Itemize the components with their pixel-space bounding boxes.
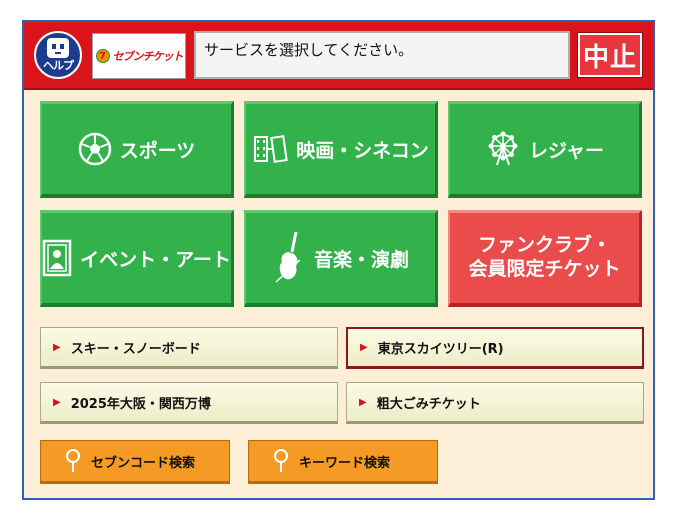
category-label: スポーツ: [119, 139, 196, 162]
kiosk-screen: ヘルプ 7 セブンチケット サービスを選択してください。 中止 スポーツ 映画・…: [22, 20, 655, 500]
sub-button-label: 2025年大阪・関西万博: [70, 396, 211, 412]
sub-button-label: 粗大ごみチケット: [376, 396, 481, 412]
category-movies-button[interactable]: 映画・シネコン: [244, 101, 438, 198]
keyword-search-button[interactable]: キーワード検索: [248, 440, 438, 484]
fanclub-label-line1: ファンクラブ・: [477, 234, 611, 257]
help-label: ヘルプ: [43, 59, 74, 72]
category-events-art-button[interactable]: イベント・アート: [40, 210, 234, 307]
magnifier-icon: [66, 449, 80, 472]
soccer-ball-icon: [78, 132, 111, 166]
logo-text: セブンチケット: [112, 50, 184, 63]
sub-button-label: 東京スカイツリー(R): [377, 342, 504, 357]
seven-logo-mark: 7: [95, 49, 110, 63]
triangle-bullet-icon: ▶: [53, 341, 61, 353]
help-button[interactable]: ヘルプ: [34, 31, 82, 79]
picture-frame-icon: [42, 239, 72, 277]
instruction-message: サービスを選択してください。: [194, 31, 570, 79]
search-label: キーワード検索: [299, 455, 391, 471]
search-label: セブンコード検索: [91, 455, 196, 471]
category-label: イベント・アート: [80, 248, 231, 271]
cancel-button[interactable]: 中止: [577, 32, 643, 78]
sub-button-expo-2025[interactable]: ▶ 2025年大阪・関西万博: [40, 382, 338, 424]
fanclub-label-line2: 会員限定チケット: [468, 258, 621, 280]
sub-button-bulky-waste-ticket[interactable]: ▶ 粗大ごみチケット: [346, 382, 644, 424]
ferris-wheel-icon: [488, 131, 518, 166]
violin-icon: [275, 231, 301, 283]
category-music-theater-button[interactable]: 音楽・演劇: [244, 210, 438, 307]
category-fanclub-button[interactable]: ファンクラブ・ 会員限定チケット: [448, 210, 642, 307]
category-leisure-button[interactable]: レジャー: [448, 101, 642, 198]
film-strip-icon: [254, 135, 288, 163]
sub-button-label: スキー・スノーボード: [70, 341, 201, 357]
magnifier-icon: [274, 449, 288, 472]
seven-ticket-logo: 7 セブンチケット: [92, 33, 186, 79]
help-face-icon: [47, 38, 69, 58]
sub-button-ski-snowboard[interactable]: ▶ スキー・スノーボード: [40, 327, 338, 369]
category-sports-button[interactable]: スポーツ: [40, 101, 234, 198]
category-label: 音楽・演劇: [313, 248, 409, 271]
sub-button-tokyo-skytree[interactable]: ▶ 東京スカイツリー(R): [346, 327, 644, 369]
category-label: レジャー: [528, 139, 605, 162]
category-label: 映画・シネコン: [296, 139, 429, 162]
triangle-bullet-icon: ▶: [359, 396, 367, 408]
triangle-bullet-icon: ▶: [53, 396, 61, 408]
header-bar: ヘルプ 7 セブンチケット サービスを選択してください。 中止: [24, 22, 653, 90]
seven-code-search-button[interactable]: セブンコード検索: [40, 440, 230, 484]
triangle-bullet-icon: ▶: [360, 342, 368, 353]
